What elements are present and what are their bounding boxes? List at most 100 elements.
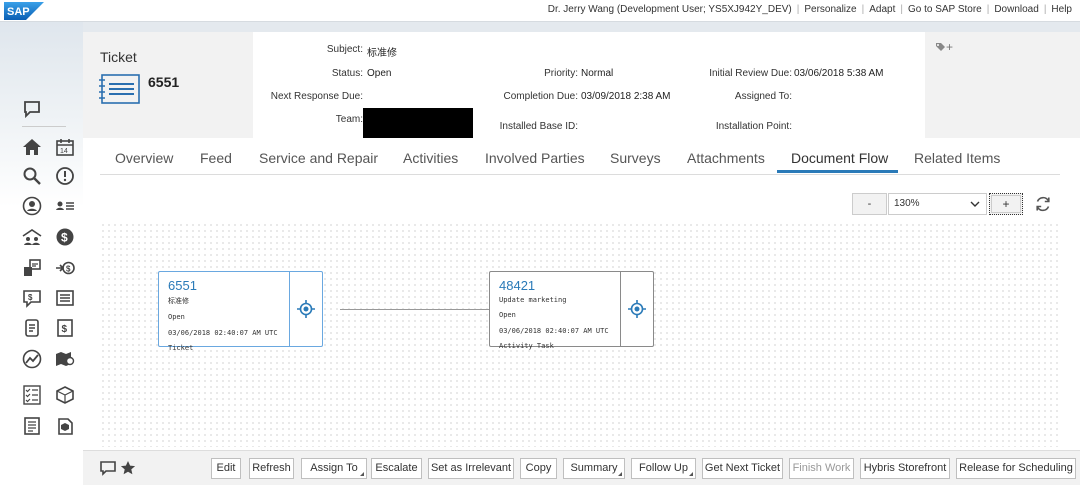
flow-node-description: Update marketing [499,296,567,304]
sales-arrow-icon[interactable]: $ [54,257,76,279]
svg-text:$: $ [66,265,71,274]
invoice-icon[interactable]: $ [54,317,76,339]
follow-up-label: Follow Up [639,462,688,474]
zoom-in-button[interactable]: + [989,193,1023,215]
flow-node-focus-button[interactable] [290,272,322,346]
target-locate-icon [297,300,315,318]
feed-message-icon[interactable] [100,460,116,476]
hybris-storefront-button[interactable]: Hybris Storefront [860,458,950,479]
download-link[interactable]: Download [994,4,1038,15]
opportunity-icon[interactable] [21,257,43,279]
follow-up-button[interactable]: Follow Up [631,458,696,479]
edit-button[interactable]: Edit [211,458,241,479]
completion-due-label: Completion Due: [503,91,578,102]
product-box-icon[interactable] [54,384,76,406]
flow-node-status: Open [168,313,185,321]
flow-node-status: Open [499,311,516,319]
calendar-icon[interactable]: 14 [54,136,76,158]
priority-value: Normal [581,68,614,79]
summary-button[interactable]: Summary [563,458,625,479]
account-icon[interactable] [21,195,43,217]
copy-button[interactable]: Copy [520,458,557,479]
analytics-icon[interactable] [21,348,43,370]
assign-to-button[interactable]: Assign To [301,458,367,479]
next-response-label: Next Response Due: [270,91,363,102]
checklist-icon[interactable] [21,384,43,406]
flow-node-id[interactable]: 48421 [499,278,620,293]
release-for-scheduling-button[interactable]: Release for Scheduling [956,458,1076,479]
flow-node-focus-button[interactable] [621,272,653,346]
sap-store-link[interactable]: Go to SAP Store [908,4,982,15]
alert-icon[interactable] [54,165,76,187]
list-icon[interactable] [54,287,76,309]
document-flow-canvas[interactable]: 6551 标准修 Open 03/06/2018 02:40:07 AM UTC… [100,222,1062,447]
tab-document-flow[interactable]: Document Flow [791,150,888,166]
registered-product-icon[interactable] [54,415,76,437]
ticket-title-box: Ticket 6551 [83,32,253,138]
zoom-level-value: 130% [894,198,920,209]
search-icon[interactable] [21,165,43,187]
finish-work-button[interactable]: Finish Work [789,458,854,479]
flow-node-type: Activity Task [499,342,554,350]
active-tab-indicator [777,170,898,173]
tab-attachments[interactable]: Attachments [687,150,765,166]
report-icon[interactable] [21,415,43,437]
get-next-ticket-button[interactable]: Get Next Ticket [702,458,783,479]
tab-overview[interactable]: Overview [115,150,173,166]
customers-icon[interactable] [21,226,43,248]
money-icon[interactable]: $ [54,226,76,248]
tab-feed[interactable]: Feed [200,150,232,166]
escalate-button[interactable]: Escalate [371,458,422,479]
flow-node-type: Ticket [168,344,194,352]
adapt-link[interactable]: Adapt [869,4,895,15]
tab-bar: Overview Feed Service and Repair Activit… [83,138,1080,175]
installation-point-label: Installation Point: [715,121,792,132]
completion-due-value: 03/09/2018 2:38 AM [581,91,671,102]
svg-text:$: $ [61,231,68,245]
main-content: Overview Feed Service and Repair Activit… [83,138,1080,450]
tab-activities[interactable]: Activities [403,150,458,166]
tab-involved-parties[interactable]: Involved Parties [485,150,585,166]
contacts-list-icon[interactable] [54,195,76,217]
shell-links: Dr. Jerry Wang (Development User; YS5XJ9… [547,4,1072,15]
feed-icon[interactable] [21,98,43,120]
quote-icon[interactable]: $ [21,287,43,309]
set-as-irrelevant-button[interactable]: Set as Irrelevant [428,458,514,479]
object-header: Ticket 6551 Subject: 标准修 Status: Open Pr… [83,32,1080,140]
tab-service-and-repair[interactable]: Service and Repair [259,150,378,166]
flow-node-description: 标准修 [168,297,189,305]
tab-related-items[interactable]: Related Items [914,150,1000,166]
sap-logo[interactable]: SAP [4,2,44,20]
target-locate-icon [628,300,646,318]
sap-logo-text: SAP [7,6,30,18]
user-name[interactable]: Dr. Jerry Wang (Development User; YS5XJ9… [548,4,792,15]
svg-text:14: 14 [60,148,68,155]
add-tag-button[interactable]: + [935,40,953,54]
refresh-button[interactable]: Refresh [249,458,294,479]
refresh-icon[interactable] [1034,195,1052,213]
flow-node-activity[interactable]: 48421 Update marketing Open 03/06/2018 0… [489,271,654,350]
tag-icon [936,43,945,51]
ticket-icon [99,74,140,104]
zoom-level-select[interactable]: 130% [888,193,987,215]
ticket-id: 6551 [148,74,180,90]
flow-node-date: 03/06/2018 02:40:07 AM UTC [168,329,278,337]
subject-value: 标准修 [367,48,397,59]
help-link[interactable]: Help [1051,4,1072,15]
document-icon[interactable] [21,317,43,339]
zoom-out-button[interactable]: - [852,193,887,215]
object-type-label: Ticket [100,49,137,65]
tab-surveys[interactable]: Surveys [610,150,661,166]
flow-node-id[interactable]: 6551 [168,278,289,293]
map-location-icon[interactable] [54,348,76,370]
installed-base-label: Installed Base ID: [499,121,578,132]
personalize-link[interactable]: Personalize [804,4,856,15]
add-tag-plus: + [946,40,954,54]
shell-header: SAP Dr. Jerry Wang (Development User; YS… [0,0,1080,22]
initial-review-value: 03/06/2018 5:38 AM [794,68,884,79]
star-favorite-icon[interactable] [120,460,136,476]
home-icon[interactable] [21,136,43,158]
header-tags-area: + [927,32,1080,138]
status-label: Status: [331,68,363,79]
flow-node-ticket[interactable]: 6551 标准修 Open 03/06/2018 02:40:07 AM UTC… [158,271,323,352]
